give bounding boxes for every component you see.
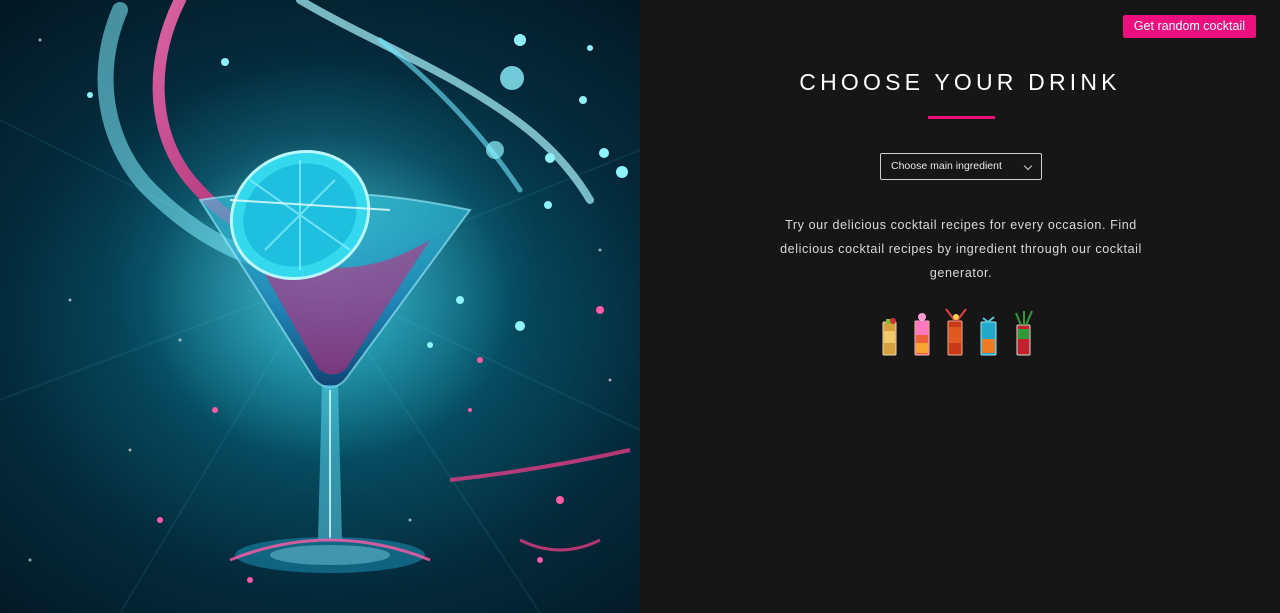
cocktail-glasses-decoration [882, 308, 1033, 356]
main-ingredient-select-label: Choose main ingredient [891, 160, 1002, 172]
cocktail-glass-icon [945, 308, 967, 356]
cocktail-glass-icon [882, 318, 897, 356]
cocktail-glass-icon [980, 316, 997, 356]
title-underline [928, 116, 995, 119]
cocktail-splash-illustration [0, 0, 640, 613]
chevron-down-icon [1023, 161, 1033, 171]
description-text: Try our delicious cocktail recipes for e… [780, 218, 1142, 280]
hero-cocktail-image [0, 0, 640, 613]
cocktail-glass-icon [914, 313, 930, 356]
page-title: CHOOSE YOUR DRINK [799, 69, 1121, 95]
main-ingredient-select[interactable]: Choose main ingredient [880, 153, 1042, 180]
cocktail-glass-icon [1015, 310, 1033, 356]
get-random-cocktail-button[interactable]: Get random cocktail [1122, 15, 1256, 38]
cocktail-generator-panel: Get random cocktail CHOOSE YOUR DRINK Ch… [640, 0, 1280, 613]
